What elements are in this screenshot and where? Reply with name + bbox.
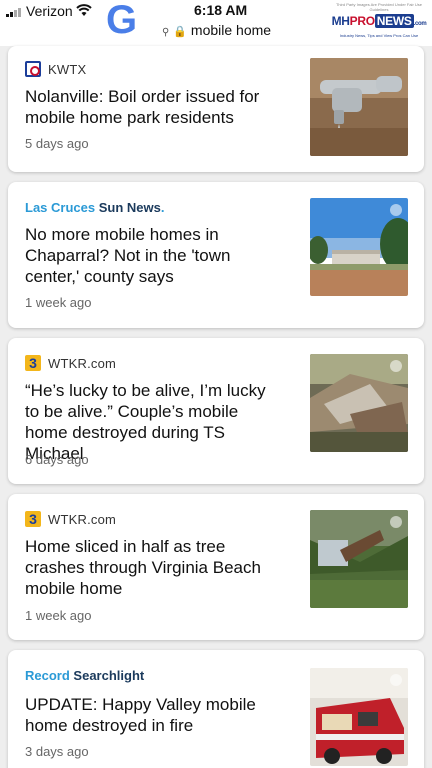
address-text: mobile home bbox=[190, 22, 272, 38]
mhpronews-watermark: Third Party Images Are Provided Under Fa… bbox=[330, 2, 428, 42]
amp-badge-icon bbox=[390, 360, 402, 372]
google-logo[interactable]: G bbox=[106, 0, 137, 40]
wtkr-logo-icon: 3 bbox=[25, 355, 41, 371]
wtkr-logo-icon: 3 bbox=[25, 511, 41, 527]
record-searchlight-logo: Record Searchlight bbox=[25, 667, 145, 683]
headline[interactable]: No more mobile homes in Chaparral? Not i… bbox=[25, 224, 283, 287]
headline[interactable]: Home sliced in half as tree crashes thro… bbox=[25, 536, 283, 599]
timestamp: 3 days ago bbox=[25, 744, 89, 759]
news-card[interactable]: KWTX Nolanville: Boil order issued for m… bbox=[8, 46, 424, 172]
signal-strength-icon bbox=[6, 7, 26, 17]
news-source: 3 WTKR.com bbox=[25, 354, 116, 372]
timestamp: 1 week ago bbox=[25, 608, 92, 623]
search-icon: ⚲ bbox=[162, 27, 170, 38]
kwtx-logo-icon bbox=[25, 61, 41, 77]
news-source: 3 WTKR.com bbox=[25, 510, 116, 528]
wifi-icon bbox=[76, 4, 92, 16]
amp-badge-icon bbox=[390, 516, 402, 528]
amp-badge-icon bbox=[390, 674, 402, 686]
news-card[interactable]: Las Cruces Sun News. No more mobile home… bbox=[8, 182, 424, 328]
news-card[interactable]: 3 WTKR.com Home sliced in half as tree c… bbox=[8, 494, 424, 640]
status-bar: Verizon G 6:18 AM ⚲ 🔒 mobile home Third P… bbox=[0, 0, 432, 46]
las-cruces-sun-news-logo: Las Cruces Sun News. bbox=[25, 199, 165, 215]
lock-icon: 🔒 bbox=[173, 26, 188, 38]
clock: 6:18 AM bbox=[194, 2, 248, 18]
timestamp: 6 days ago bbox=[25, 452, 89, 467]
news-card[interactable]: Record Searchlight UPDATE: Happy Valley … bbox=[8, 650, 424, 768]
news-source: KWTX bbox=[25, 60, 86, 78]
amp-badge-icon bbox=[390, 204, 402, 216]
source-name: WTKR.com bbox=[48, 511, 117, 527]
address-bar[interactable]: ⚲ 🔒 mobile home bbox=[162, 22, 271, 38]
watermark-note: Third Party Images Are Provided Under Fa… bbox=[335, 2, 423, 12]
carrier-name: Verizon bbox=[26, 3, 73, 19]
news-source: Record Searchlight bbox=[25, 666, 144, 684]
news-source: Las Cruces Sun News. bbox=[25, 198, 164, 216]
article-thumbnail[interactable] bbox=[310, 198, 408, 296]
timestamp: 5 days ago bbox=[25, 136, 89, 151]
article-thumbnail[interactable] bbox=[310, 510, 408, 608]
headline[interactable]: UPDATE: Happy Valley mobile home destroy… bbox=[25, 694, 283, 736]
source-name: KWTX bbox=[48, 61, 87, 77]
news-card[interactable]: 3 WTKR.com “He’s lucky to be alive, I’m … bbox=[8, 338, 424, 484]
article-thumbnail[interactable] bbox=[310, 58, 408, 156]
article-thumbnail[interactable] bbox=[310, 668, 408, 766]
headline[interactable]: Nolanville: Boil order issued for mobile… bbox=[25, 86, 283, 128]
article-thumbnail[interactable] bbox=[310, 354, 408, 452]
watermark-tagline: Industry News, Tips and View Pros Can Us… bbox=[339, 33, 419, 38]
timestamp: 1 week ago bbox=[25, 295, 92, 310]
source-name: WTKR.com bbox=[48, 355, 117, 371]
mhpronews-logo: MHPRO NEWS .com bbox=[331, 14, 427, 28]
